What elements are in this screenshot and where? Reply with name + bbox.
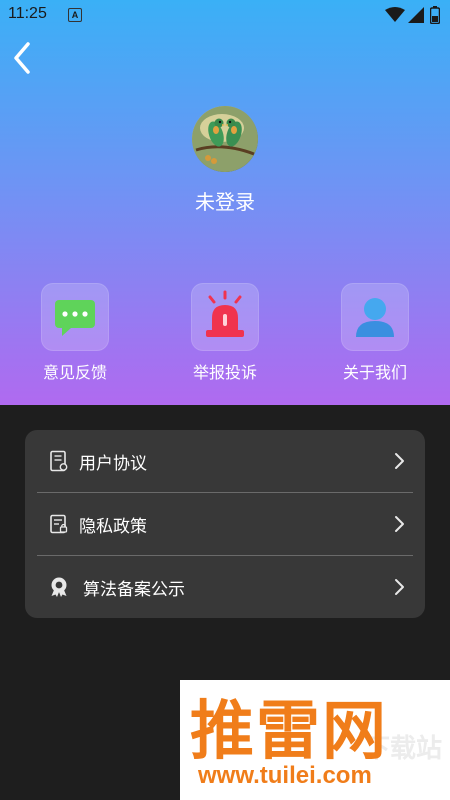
report-label: 举报投诉 — [192, 363, 257, 382]
about-us-tile — [341, 283, 409, 351]
report-tile — [191, 283, 259, 351]
chevron-right-icon — [395, 579, 404, 595]
privacy-policy-item[interactable]: 隐私政策 — [25, 493, 425, 555]
feedback-label: 意见反馈 — [42, 363, 107, 382]
wifi-icon — [385, 7, 405, 22]
status-bar: 11:25 A — [0, 0, 450, 30]
signal-icon — [408, 7, 424, 23]
birds-avatar-image — [192, 106, 258, 172]
notification-icon: A — [68, 8, 82, 22]
avatar[interactable] — [192, 106, 258, 172]
person-icon — [356, 298, 394, 337]
chat-bubble-icon — [55, 300, 95, 336]
feedback-tile — [41, 283, 109, 351]
privacy-policy-label: 隐私政策 — [79, 517, 147, 537]
report-button[interactable]: 举报投诉 — [191, 283, 259, 382]
chevron-right-icon — [395, 453, 404, 469]
badge-icon — [51, 577, 67, 597]
login-status-label[interactable]: 未登录 — [0, 186, 450, 215]
alarm-light-icon — [206, 290, 244, 337]
algorithm-filing-item[interactable]: 算法备案公示 — [25, 556, 425, 618]
watermark-text: 推雷网 — [190, 695, 388, 769]
chevron-right-icon — [395, 516, 404, 532]
user-agreement-item[interactable]: 用户协议 — [25, 430, 425, 492]
about-us-button[interactable]: 关于我们 — [341, 283, 409, 382]
back-arrow-icon[interactable] — [8, 40, 38, 76]
privacy-document-icon — [50, 514, 68, 534]
battery-icon — [430, 6, 440, 24]
about-us-label: 关于我们 — [342, 363, 407, 382]
document-icon — [50, 450, 68, 472]
algorithm-filing-label: 算法备案公示 — [83, 580, 185, 600]
user-agreement-label: 用户协议 — [79, 454, 147, 474]
watermark-logo: 下载站 推雷网 www.tuilei.com — [180, 680, 450, 800]
status-time: 11:25 — [8, 5, 47, 22]
feedback-button[interactable]: 意见反馈 — [41, 283, 109, 382]
watermark-url: www.tuilei.com — [198, 762, 372, 789]
settings-menu-card: 用户协议 隐私政策 算法备案公示 — [25, 430, 425, 618]
